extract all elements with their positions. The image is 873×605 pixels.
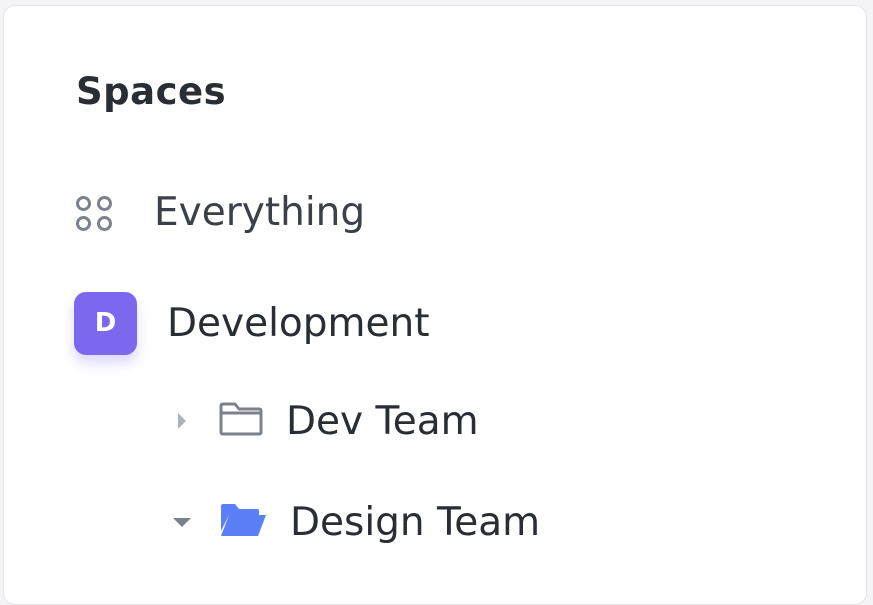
spaces-panel: Spaces Everything D Development Dev Team…: [3, 5, 867, 605]
caret-down-icon[interactable]: [172, 512, 192, 532]
sidebar-item-development[interactable]: D Development: [74, 290, 430, 356]
space-avatar: D: [74, 291, 137, 355]
spaces-heading: Spaces: [76, 70, 227, 113]
avatar-letter: D: [94, 308, 117, 338]
folder-open-icon: [218, 501, 268, 543]
sidebar-item-label: Dev Team: [286, 398, 479, 444]
folder-outline-icon: [218, 401, 264, 441]
sidebar-item-everything[interactable]: Everything: [74, 186, 365, 238]
sidebar-item-label: Design Team: [290, 499, 541, 545]
sidebar-item-design-team[interactable]: Design Team: [172, 496, 540, 548]
sidebar-item-dev-team[interactable]: Dev Team: [172, 396, 479, 446]
sidebar-item-label: Everything: [154, 189, 366, 235]
grid-dots-icon: [74, 192, 114, 232]
sidebar-item-label: Development: [167, 300, 430, 346]
caret-right-icon[interactable]: [172, 411, 192, 431]
